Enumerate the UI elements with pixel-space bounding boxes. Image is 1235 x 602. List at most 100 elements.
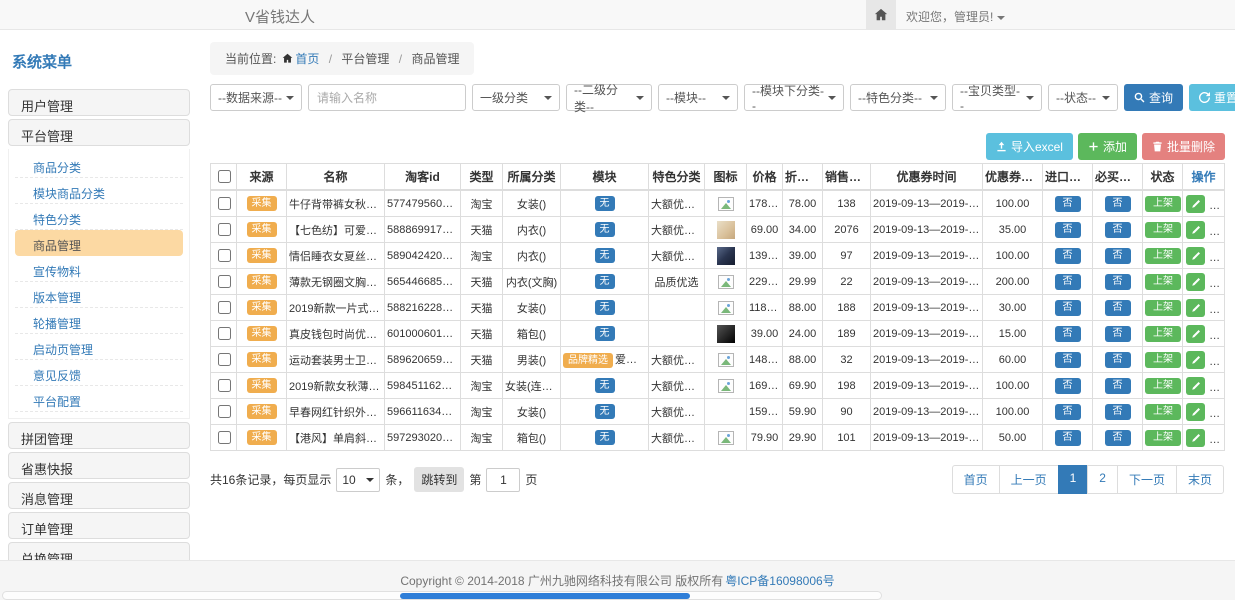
edit-button[interactable] — [1186, 299, 1205, 317]
row-checkbox[interactable] — [218, 405, 231, 418]
search-button[interactable]: 查询 — [1124, 84, 1183, 111]
delete-button[interactable] — [1210, 299, 1224, 317]
sidebar-subitem[interactable]: 轮播管理 — [15, 308, 183, 334]
status-button[interactable]: 上架 — [1145, 430, 1181, 446]
horizontal-scrollbar-thumb[interactable] — [400, 593, 690, 599]
filter-select[interactable]: --二级分类-- — [566, 84, 652, 111]
filter-select[interactable]: --状态-- — [1048, 84, 1118, 111]
delete-button[interactable] — [1210, 325, 1224, 343]
delete-button[interactable] — [1210, 377, 1224, 395]
sidebar-item[interactable]: 订单管理 — [8, 512, 190, 539]
sidebar-subitem[interactable]: 宣传物料 — [15, 256, 183, 282]
sidebar-subitem[interactable]: 商品分类 — [15, 152, 183, 178]
import-select-toggle[interactable]: 否 — [1055, 378, 1081, 394]
must-buy-toggle[interactable]: 否 — [1105, 430, 1131, 446]
row-checkbox[interactable] — [218, 223, 231, 236]
per-page-select[interactable]: 10 — [336, 468, 380, 492]
must-buy-toggle[interactable]: 否 — [1105, 326, 1131, 342]
edit-button[interactable] — [1186, 195, 1205, 213]
filter-select[interactable]: --宝贝类型-- — [952, 84, 1042, 111]
pager-button[interactable]: 下一页 — [1117, 465, 1177, 494]
sidebar-item[interactable]: 拼团管理 — [8, 422, 190, 449]
must-buy-toggle[interactable]: 否 — [1105, 352, 1131, 368]
jump-button[interactable]: 跳转到 — [414, 467, 464, 492]
sidebar-item[interactable]: 省惠快报 — [8, 452, 190, 479]
row-checkbox[interactable] — [218, 327, 231, 340]
add-button[interactable]: 添加 — [1078, 133, 1137, 160]
status-button[interactable]: 上架 — [1145, 378, 1181, 394]
batch-delete-button[interactable]: 批量删除 — [1142, 133, 1225, 160]
status-button[interactable]: 上架 — [1145, 248, 1181, 264]
status-button[interactable]: 上架 — [1145, 352, 1181, 368]
delete-button[interactable] — [1210, 351, 1224, 369]
sidebar-item-user-mgmt[interactable]: 用户管理 — [8, 89, 190, 116]
import-select-toggle[interactable]: 否 — [1055, 222, 1081, 238]
status-button[interactable]: 上架 — [1145, 326, 1181, 342]
row-checkbox[interactable] — [218, 249, 231, 262]
edit-button[interactable] — [1186, 429, 1205, 447]
import-select-toggle[interactable]: 否 — [1055, 352, 1081, 368]
must-buy-toggle[interactable]: 否 — [1105, 196, 1131, 212]
pager-button[interactable]: 上一页 — [999, 465, 1059, 494]
user-menu[interactable]: 欢迎您，管理员! — [906, 8, 1005, 25]
import-select-toggle[interactable]: 否 — [1055, 404, 1081, 420]
delete-button[interactable] — [1210, 429, 1224, 447]
import-select-toggle[interactable]: 否 — [1055, 196, 1081, 212]
reset-button[interactable]: 重置 — [1189, 84, 1235, 111]
filter-select[interactable]: 一级分类 — [472, 84, 560, 111]
sidebar-subitem[interactable]: 特色分类 — [15, 204, 183, 230]
edit-button[interactable] — [1186, 273, 1205, 291]
status-button[interactable]: 上架 — [1145, 196, 1181, 212]
status-button[interactable]: 上架 — [1145, 222, 1181, 238]
must-buy-toggle[interactable]: 否 — [1105, 378, 1131, 394]
sidebar-item[interactable]: 消息管理 — [8, 482, 190, 509]
status-button[interactable]: 上架 — [1145, 300, 1181, 316]
import-select-toggle[interactable]: 否 — [1055, 248, 1081, 264]
pager-button[interactable]: 末页 — [1176, 465, 1224, 494]
row-checkbox[interactable] — [218, 353, 231, 366]
sidebar-subitem[interactable]: 版本管理 — [15, 282, 183, 308]
breadcrumb-home-link[interactable]: 首页 — [295, 52, 319, 66]
delete-button[interactable] — [1210, 247, 1224, 265]
edit-button[interactable] — [1186, 377, 1205, 395]
must-buy-toggle[interactable]: 否 — [1105, 248, 1131, 264]
must-buy-toggle[interactable]: 否 — [1105, 404, 1131, 420]
pager-button[interactable]: 首页 — [952, 465, 1000, 494]
filter-select[interactable]: --数据来源-- — [210, 84, 302, 111]
import-select-toggle[interactable]: 否 — [1055, 430, 1081, 446]
icp-link[interactable]: 粤ICP备16098006号 — [725, 572, 834, 589]
delete-button[interactable] — [1210, 195, 1224, 213]
delete-button[interactable] — [1210, 221, 1224, 239]
edit-button[interactable] — [1186, 403, 1205, 421]
filter-select[interactable]: --特色分类-- — [850, 84, 946, 111]
sidebar-subitem[interactable]: 意见反馈 — [15, 360, 183, 386]
select-all-checkbox[interactable] — [218, 170, 231, 183]
pager-button[interactable]: 1 — [1058, 465, 1089, 494]
pager-button[interactable]: 2 — [1087, 465, 1118, 494]
delete-button[interactable] — [1210, 403, 1224, 421]
name-search-input[interactable] — [308, 84, 466, 111]
row-checkbox[interactable] — [218, 301, 231, 314]
sidebar-item-platform-mgmt[interactable]: 平台管理 — [8, 119, 190, 146]
sidebar-subitem[interactable]: 启动页管理 — [15, 334, 183, 360]
edit-button[interactable] — [1186, 247, 1205, 265]
sidebar-subitem[interactable]: 模块商品分类 — [15, 178, 183, 204]
filter-select[interactable]: --模块-- — [658, 84, 738, 111]
must-buy-toggle[interactable]: 否 — [1105, 274, 1131, 290]
import-excel-button[interactable]: 导入excel — [986, 133, 1073, 160]
sidebar-subitem[interactable]: 商品管理 — [15, 230, 183, 256]
row-checkbox[interactable] — [218, 431, 231, 444]
import-select-toggle[interactable]: 否 — [1055, 274, 1081, 290]
sidebar-subitem[interactable]: 平台配置 — [15, 386, 183, 412]
edit-button[interactable] — [1186, 351, 1205, 369]
row-checkbox[interactable] — [218, 275, 231, 288]
jump-page-input[interactable] — [486, 468, 520, 492]
row-checkbox[interactable] — [218, 379, 231, 392]
must-buy-toggle[interactable]: 否 — [1105, 222, 1131, 238]
home-button[interactable] — [866, 0, 896, 29]
filter-select[interactable]: --模块下分类-- — [744, 84, 844, 111]
must-buy-toggle[interactable]: 否 — [1105, 300, 1131, 316]
edit-button[interactable] — [1186, 221, 1205, 239]
status-button[interactable]: 上架 — [1145, 274, 1181, 290]
import-select-toggle[interactable]: 否 — [1055, 326, 1081, 342]
